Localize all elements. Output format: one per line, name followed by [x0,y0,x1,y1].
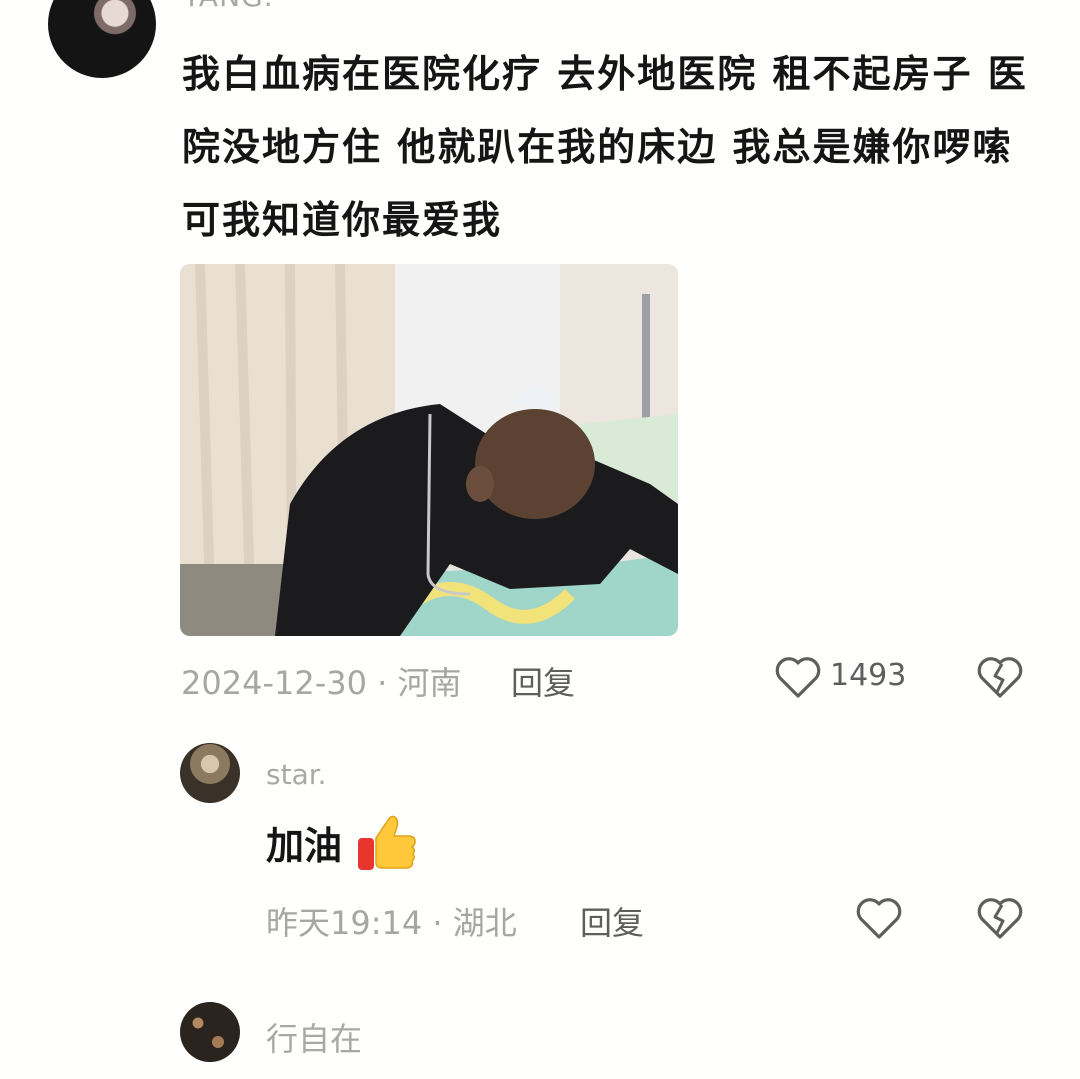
reply-button[interactable]: 回复 [511,658,575,704]
comment-meta: 昨天19:14 · 湖北 [266,904,517,942]
comment-text: 我白血病在医院化疗 去外地医院 租不起房子 医院没地方住 他就趴在我的床边 我总… [182,52,1028,242]
like-count: 1493 [830,658,907,693]
avatar[interactable] [180,743,240,803]
comment-username[interactable]: star. [266,758,327,791]
heart-outline-icon[interactable] [855,895,903,941]
thumbs-up-icon [358,815,416,870]
avatar[interactable] [180,1002,240,1062]
photo-image [180,264,678,636]
broken-heart-icon[interactable] [976,895,1024,941]
comment-photo[interactable] [180,264,678,636]
comment-username[interactable]: YANG. [183,0,274,13]
heart-outline-icon[interactable] [774,654,822,700]
comment-meta: 2024-12-30 · 河南 [181,664,462,702]
broken-heart-icon[interactable] [976,654,1024,700]
avatar[interactable] [48,0,156,78]
comment-text: 加油 [266,824,343,868]
comment-username[interactable]: 行自在 [266,1014,362,1060]
reply-button[interactable]: 回复 [580,898,644,944]
